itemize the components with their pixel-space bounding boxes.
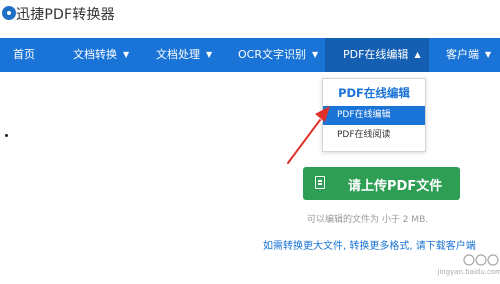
watermark-logo-icon xyxy=(463,254,499,266)
upload-pdf-button[interactable]: 请上传PDF文件 xyxy=(303,167,460,200)
watermark-text: jingyan.baidu.com xyxy=(437,268,500,276)
file-size-note: 可以编辑的文件为 小于 2 MB. xyxy=(307,215,429,225)
watermark: jingyan.baidu.com xyxy=(422,253,500,279)
download-client-link[interactable]: 如需转换更大文件, 转换更多格式, 请下载客户端 xyxy=(263,237,476,252)
file-icon xyxy=(315,176,325,189)
upload-button-label: 请上传PDF文件 xyxy=(348,179,443,194)
